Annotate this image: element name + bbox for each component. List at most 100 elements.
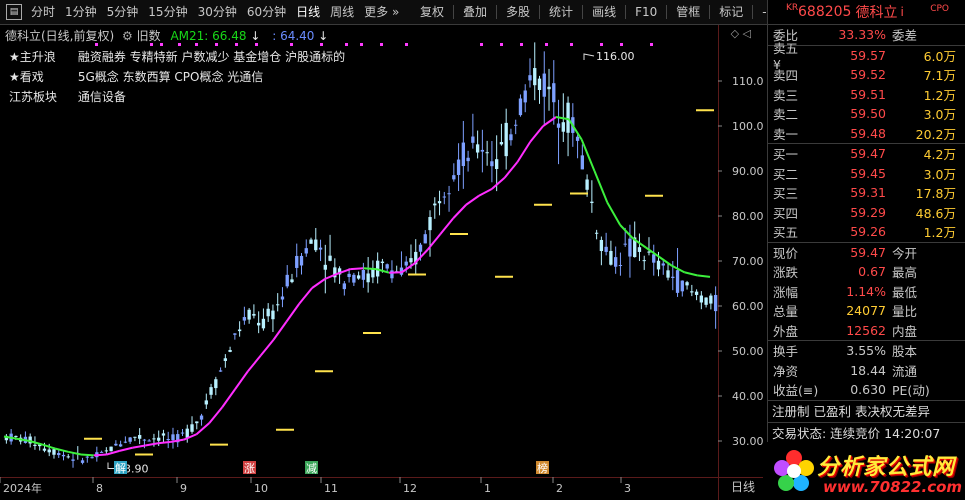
candle-body xyxy=(475,144,480,153)
signal-dot xyxy=(600,43,603,46)
candle-body xyxy=(466,157,470,162)
bid-row[interactable]: 买一 59.47 4.2万 xyxy=(768,144,965,164)
diff-label: 委差 xyxy=(892,28,918,44)
ask-row[interactable]: 卖四 59.52 7.1万 xyxy=(768,65,965,85)
toolbar-action[interactable]: 叠加 xyxy=(456,0,494,24)
ask-row[interactable]: 卖三 59.51 1.2万 xyxy=(768,85,965,105)
ask-volume: 1.2万 xyxy=(923,87,956,103)
bid-row[interactable]: 买五 59.26 1.2万 xyxy=(768,222,965,242)
bid-label: 买一 xyxy=(773,147,799,163)
candle-body xyxy=(218,370,223,372)
x-tick-label: 8 xyxy=(96,482,103,495)
candle-body xyxy=(547,86,551,90)
y-tick-label: 90.00 xyxy=(732,165,763,178)
toolbar-divider xyxy=(582,5,584,19)
ratio-value: 33.33% xyxy=(838,27,886,43)
candle-body xyxy=(128,437,132,442)
ma-segment xyxy=(132,444,146,449)
candle-body xyxy=(409,258,413,263)
period-tab[interactable]: 周线 xyxy=(325,0,359,24)
indicator-label[interactable]: 旧数 xyxy=(137,29,161,43)
candle-body xyxy=(704,297,708,305)
concept-flag: CPO xyxy=(930,4,949,14)
candle-body xyxy=(280,296,285,300)
candle-body xyxy=(713,294,718,312)
candle-body xyxy=(99,451,104,453)
x-tick-label: 12 xyxy=(403,482,417,495)
period-tab[interactable]: 60分钟 xyxy=(242,0,291,24)
info-icon[interactable]: i xyxy=(900,5,903,19)
period-footer[interactable]: 日线 xyxy=(731,478,755,495)
period-tab[interactable]: 分时 xyxy=(26,0,60,24)
toolbar-action[interactable]: 画线 xyxy=(585,0,623,24)
ask-row[interactable]: 卖五 ¥59.57 6.0万 xyxy=(768,41,965,72)
candle-body xyxy=(204,400,208,405)
toolbar-action[interactable]: 标记 xyxy=(712,0,750,24)
menu-icon[interactable]: ▤ xyxy=(6,4,22,20)
candle-body xyxy=(637,247,642,252)
candle-body xyxy=(675,270,680,293)
ma-segment xyxy=(684,271,698,277)
ask-list: 卖五 ¥59.57 6.0万 卖四 59.52 7.1万 卖三 59.51 1.2万 卖二 59.… xyxy=(768,41,965,144)
candle-body xyxy=(456,159,461,175)
candle-body xyxy=(452,175,456,180)
logo-title: 分析家公式网 xyxy=(817,454,956,480)
period-tab[interactable]: 5分钟 xyxy=(102,0,144,24)
kline-chart[interactable]: 110.00 100.00 90.00 80.00 70.00 60.00 50.00 40.… xyxy=(0,25,763,500)
stat2-value: 3.55% xyxy=(846,343,886,359)
bid-row[interactable]: 买二 59.45 3.0万 xyxy=(768,164,965,184)
candle-body xyxy=(223,358,228,361)
stat-value: 24077 xyxy=(846,303,886,319)
candle-body xyxy=(628,238,632,257)
y-tick-label: 100.00 xyxy=(732,120,763,133)
period-tab[interactable]: 15分钟 xyxy=(143,0,192,24)
candle-body xyxy=(666,270,670,278)
toolbar-action[interactable]: 统计 xyxy=(542,0,580,24)
candle-body xyxy=(161,433,166,436)
period-tab[interactable]: 30分钟 xyxy=(193,0,242,24)
candle-body xyxy=(613,257,618,267)
ask-row[interactable]: 卖二 59.50 3.0万 xyxy=(768,104,965,124)
diamond-icon[interactable]: ◇ ◁ xyxy=(731,27,751,40)
ask-row[interactable]: 卖一 59.48 20.2万 xyxy=(768,124,965,144)
candle-body xyxy=(237,329,242,332)
candle-body xyxy=(347,273,351,277)
candle-body xyxy=(542,73,546,97)
bid-row[interactable]: 买四 59.29 48.6万 xyxy=(768,203,965,223)
chart-title-line: 德科立(日线,前复权) ⚙ 旧数 AM21: 66.48 ↓ : 64.40 ↓ xyxy=(5,27,328,44)
candle-body xyxy=(442,196,446,198)
period-tab[interactable]: 更多 » xyxy=(359,0,404,24)
candle-body xyxy=(314,239,318,251)
candle-body xyxy=(133,436,137,438)
bid-volume: 17.8万 xyxy=(915,186,956,202)
period-tab[interactable]: 1分钟 xyxy=(60,0,102,24)
candle-body xyxy=(447,193,451,195)
candle-body xyxy=(366,273,370,283)
toolbar-action[interactable]: 复权 xyxy=(413,0,451,24)
tag-row-3: 江苏板块 通信设备 xyxy=(9,88,126,105)
ma-segment xyxy=(16,437,30,442)
gear-icon[interactable]: ⚙ xyxy=(122,29,133,43)
logo-url[interactable]: www.70822.com xyxy=(823,478,962,496)
bid-row[interactable]: 买三 59.31 17.8万 xyxy=(768,183,965,203)
candle-body xyxy=(585,179,589,190)
event-label: 涨 xyxy=(244,462,255,475)
candle-body xyxy=(461,142,466,167)
candle-body xyxy=(652,254,656,263)
toolbar-action[interactable]: F10 xyxy=(628,0,664,24)
period-tab[interactable]: 日线 xyxy=(291,0,325,24)
toolbar-action[interactable]: 多股 xyxy=(499,0,537,24)
stats2-list: 换手 3.55% 股本 净资 18.44 流通 收益(≡) 0.630 PE(动) xyxy=(768,341,965,400)
stat-label: 现价 xyxy=(773,245,799,261)
ma-segment xyxy=(234,370,249,390)
bid-volume: 3.0万 xyxy=(923,166,956,182)
candle-body xyxy=(514,124,518,126)
candle-body xyxy=(52,449,56,455)
tag-text: 5G概念 东数西算 CPO概念 光通信 xyxy=(77,70,264,84)
toolbar-action[interactable]: 管框 xyxy=(669,0,707,24)
x-tick-label: 11 xyxy=(324,482,338,495)
candle-body xyxy=(247,309,251,320)
candle-body xyxy=(157,437,161,441)
stat-value: 59.47 xyxy=(850,244,886,260)
candle-body xyxy=(309,239,313,244)
